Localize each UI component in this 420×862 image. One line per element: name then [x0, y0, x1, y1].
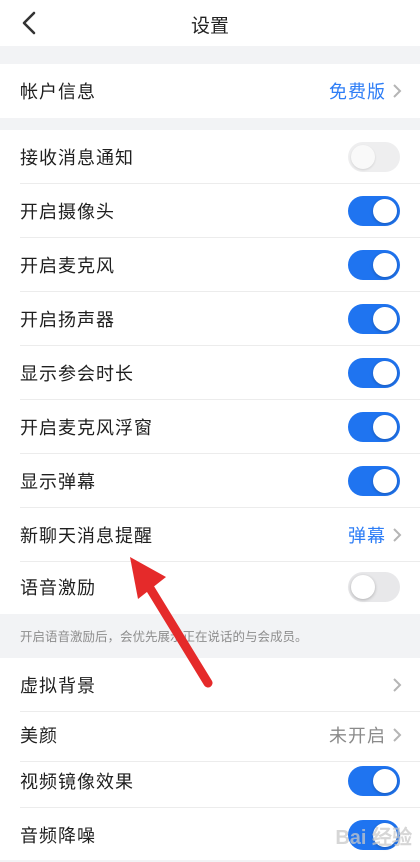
setting-label: 视频镜像效果 [20, 772, 134, 793]
setting-row-meeting-duration: 显示参会时长 [0, 346, 420, 400]
beauty-status-value: 未开启 [329, 726, 386, 747]
setting-label: 美颜 [20, 726, 58, 747]
setting-label: 显示参会时长 [20, 364, 134, 385]
new-chat-reminder-value: 弹幕 [348, 526, 386, 547]
chevron-right-icon [393, 528, 402, 542]
setting-label: 接收消息通知 [20, 148, 134, 169]
page-title: 设置 [190, 15, 229, 37]
account-plan-value: 免费版 [329, 82, 386, 103]
setting-label: 开启摄像头 [20, 202, 115, 223]
speaker-toggle[interactable] [348, 304, 400, 334]
message-notification-toggle[interactable] [348, 142, 400, 172]
watermark-logo: Bai 经验 [335, 827, 412, 849]
account-info-row[interactable]: 帐户信息 免费版 [0, 64, 420, 118]
setting-label: 开启麦克风 [20, 256, 115, 277]
setting-label: 音频降噪 [20, 826, 96, 847]
settings-section: 接收消息通知 开启摄像头 开启麦克风 开启扬声器 显示参会时长 开启麦克风浮窗 … [0, 130, 420, 614]
setting-label: 开启扬声器 [20, 310, 115, 331]
setting-row-microphone: 开启麦克风 [0, 238, 420, 292]
setting-row-danmaku: 显示弹幕 [0, 454, 420, 508]
camera-toggle[interactable] [348, 196, 400, 226]
setting-label: 虚拟背景 [20, 676, 96, 697]
meeting-duration-toggle[interactable] [348, 358, 400, 388]
setting-row-camera: 开启摄像头 [0, 184, 420, 238]
microphone-toggle[interactable] [348, 250, 400, 280]
chevron-right-icon [393, 678, 402, 692]
setting-row-message-notification: 接收消息通知 [0, 130, 420, 184]
chevron-right-icon [393, 728, 402, 742]
setting-label: 语音激励 [20, 578, 96, 599]
annotation-arrow-icon [130, 557, 213, 688]
setting-label: 开启麦克风浮窗 [20, 418, 153, 439]
chevron-right-icon [393, 84, 402, 98]
voice-activation-toggle[interactable] [348, 572, 400, 602]
setting-label: 新聊天消息提醒 [20, 526, 153, 547]
setting-row-video-mirror: 视频镜像效果 [0, 754, 420, 808]
mic-float-window-toggle[interactable] [348, 412, 400, 442]
danmaku-toggle[interactable] [348, 466, 400, 496]
setting-row-speaker: 开启扬声器 [0, 292, 420, 346]
navigation-bar: 设置 [0, 0, 420, 46]
account-section: 帐户信息 免费版 [0, 64, 420, 118]
video-mirror-toggle[interactable] [348, 766, 400, 796]
setting-label: 显示弹幕 [20, 472, 96, 493]
setting-row-mic-float-window: 开启麦克风浮窗 [0, 400, 420, 454]
setting-row-new-chat-reminder[interactable]: 新聊天消息提醒 弹幕 [0, 508, 420, 562]
account-info-label: 帐户信息 [20, 82, 96, 103]
